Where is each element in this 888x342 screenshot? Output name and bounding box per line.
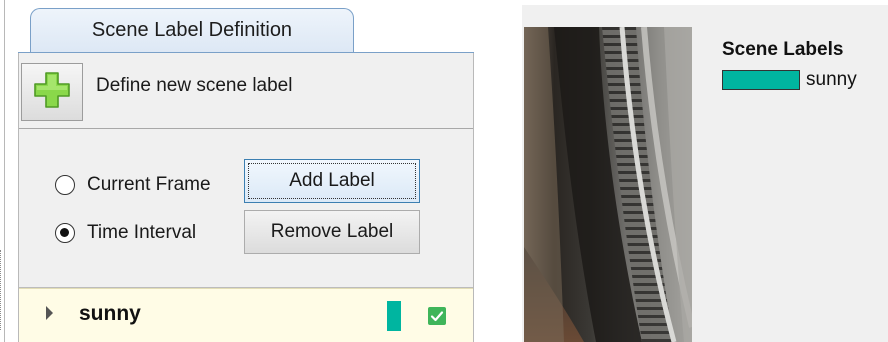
remove-label-text: Remove Label xyxy=(270,221,394,242)
panel-body: Define new scene label Current Frame Tim… xyxy=(18,53,474,342)
scene-label-panel: Scene Label Definition Define new scene … xyxy=(0,0,484,342)
radio-button-selected[interactable] xyxy=(55,223,75,243)
define-new-label-row: Define new scene label xyxy=(19,53,473,128)
radio-time-interval[interactable]: Time Interval xyxy=(55,222,196,244)
scene-labels-legend: Scene Labels sunny xyxy=(722,39,857,91)
radio-button[interactable] xyxy=(55,175,75,195)
tab-label: Scene Label Definition xyxy=(91,19,293,41)
plus-icon xyxy=(32,70,72,115)
label-options: Current Frame Time Interval Add Label Re… xyxy=(19,129,473,287)
splitter-handle[interactable] xyxy=(0,250,5,330)
caret-right-icon[interactable] xyxy=(46,306,53,320)
tab-scene-label-definition[interactable]: Scene Label Definition xyxy=(30,8,354,52)
legend-title: Scene Labels xyxy=(722,39,844,60)
remove-label-button[interactable]: Remove Label xyxy=(244,210,420,254)
focus-ring xyxy=(248,163,416,199)
radio-current-frame[interactable]: Current Frame xyxy=(55,174,211,196)
legend-item: sunny xyxy=(722,69,857,91)
define-new-label-text: Define new scene label xyxy=(96,75,293,96)
video-viewer: Scene Labels sunny xyxy=(522,5,888,342)
radio-current-frame-label: Current Frame xyxy=(87,174,211,195)
label-color-swatch xyxy=(387,301,401,331)
label-list-item[interactable]: sunny xyxy=(19,288,473,342)
checkbox-checked-icon[interactable] xyxy=(428,307,446,325)
label-name: sunny xyxy=(79,302,141,325)
define-new-label-button[interactable] xyxy=(21,63,83,121)
legend-color-swatch xyxy=(722,70,800,90)
video-frame xyxy=(524,27,692,342)
legend-item-label: sunny xyxy=(806,69,857,90)
add-label-button[interactable]: Add Label xyxy=(244,159,420,203)
radio-time-interval-label: Time Interval xyxy=(87,222,197,243)
